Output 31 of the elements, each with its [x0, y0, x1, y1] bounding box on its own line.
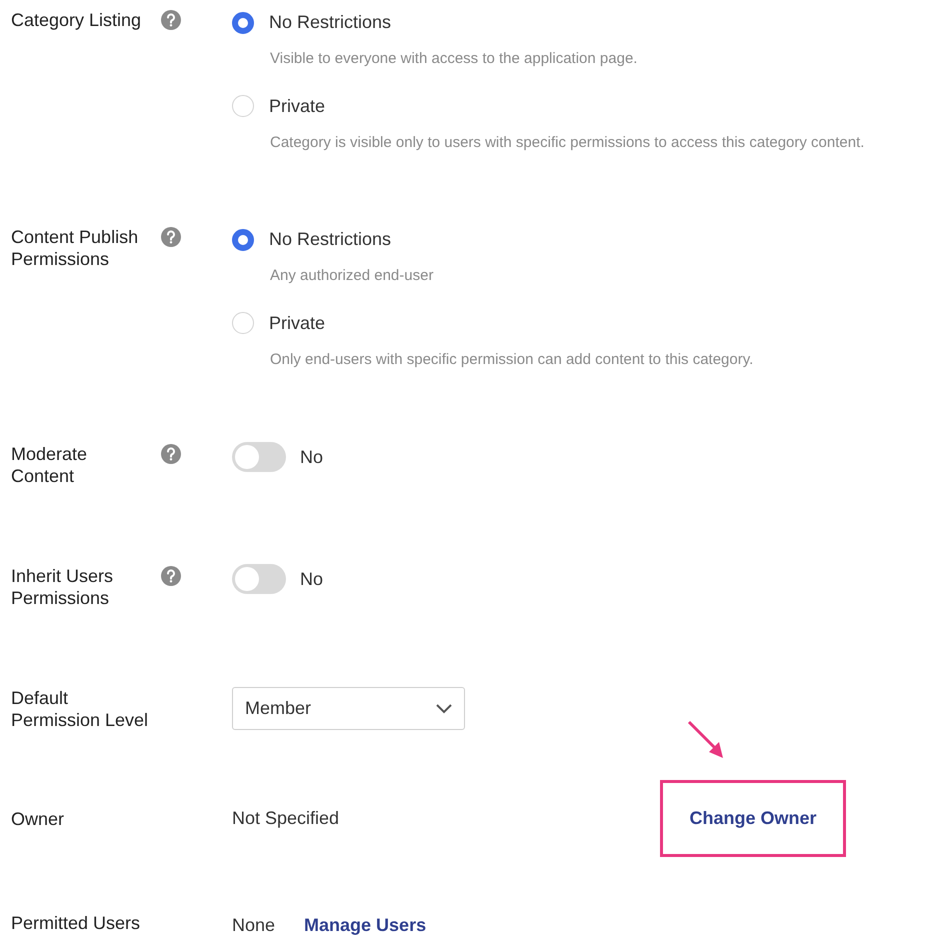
toggle-switch[interactable] — [232, 442, 286, 472]
toggle-value: No — [300, 446, 324, 468]
setting-label: Inherit Users Permissions — [11, 565, 114, 609]
setting-label: Default Permission Level — [11, 687, 150, 731]
setting-label: Owner — [11, 808, 66, 830]
option-description: Only end-users with specific permission can add content to this category. — [270, 350, 754, 370]
option-label: Private — [269, 94, 326, 118]
toggle-value: No — [300, 568, 324, 590]
toggle-switch[interactable] — [232, 564, 286, 594]
option-label: No Restrictions — [269, 228, 392, 251]
option-description: Any authorized end-user — [270, 266, 434, 286]
setting-label: Content Publish Permissions — [11, 226, 140, 270]
help-icon[interactable] — [161, 566, 181, 586]
setting-label: Moderate Content — [11, 443, 88, 487]
owner-value: Not Specified — [232, 807, 340, 830]
help-icon[interactable] — [161, 444, 181, 464]
option-label: Private — [269, 312, 326, 334]
setting-label: Permitted Users — [11, 912, 142, 934]
help-icon[interactable] — [161, 10, 181, 30]
option-label: No Restrictions — [269, 11, 392, 34]
setting-label: Category Listing — [11, 9, 142, 31]
change-owner-link[interactable]: Change Owner — [689, 805, 817, 832]
option-description: Category is visible only to users with specific permissions to access this category content. — [270, 132, 864, 152]
radio-button[interactable] — [232, 12, 254, 34]
manage-users-link[interactable]: Manage Users — [304, 912, 426, 935]
help-icon[interactable] — [161, 227, 181, 247]
radio-button[interactable] — [232, 228, 254, 250]
option-description: Visible to everyone with access to the application page. — [270, 49, 638, 69]
permission-select[interactable]: Member — [232, 687, 465, 730]
users-value: None — [232, 914, 276, 935]
chevron-down-icon — [436, 704, 452, 714]
